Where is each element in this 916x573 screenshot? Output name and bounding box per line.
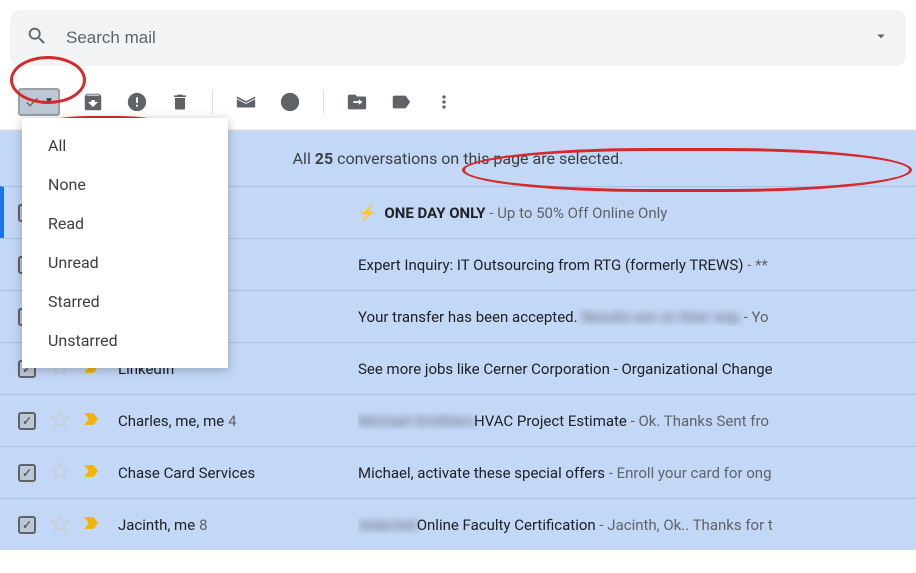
select-option-all[interactable]: All <box>22 126 228 165</box>
search-bar <box>10 10 906 66</box>
importance-icon[interactable] <box>82 409 102 433</box>
star-icon[interactable] <box>50 409 70 433</box>
select-option-unread[interactable]: Unread <box>22 243 228 282</box>
row-subject: Michael, activate these special offers -… <box>358 464 898 482</box>
row-subject: ⚡ ONE DAY ONLY - Up to 50% Off Online On… <box>358 204 898 222</box>
row-subject: Michael Smithers HVAC Project Estimate -… <box>358 412 898 430</box>
toolbar: ▼ All None Read Unread Starred Unstarred <box>0 74 916 130</box>
more-icon[interactable] <box>434 92 454 112</box>
select-option-starred[interactable]: Starred <box>22 282 228 321</box>
archive-icon[interactable] <box>82 91 104 113</box>
row-checkbox[interactable]: ✓ <box>18 412 36 430</box>
snooze-icon[interactable] <box>279 91 301 113</box>
row-checkbox[interactable]: ✓ <box>18 516 36 534</box>
star-icon[interactable] <box>50 461 70 485</box>
labels-icon[interactable] <box>390 91 412 113</box>
banner-text-post: conversations on this page are selected. <box>333 149 623 168</box>
row-subject: redacted Online Faculty Certification - … <box>358 516 898 534</box>
toolbar-separator <box>212 90 213 114</box>
row-subject: See more jobs like Cerner Corporation - … <box>358 360 898 378</box>
report-spam-icon[interactable] <box>126 91 148 113</box>
caret-down-icon: ▼ <box>44 96 54 107</box>
email-row[interactable]: ✓ Chase Card ServicesMichael, activate th… <box>0 446 916 498</box>
row-sender: Charles, me, me4 <box>118 412 358 430</box>
banner-count: 25 <box>315 149 333 168</box>
toolbar-separator <box>323 90 324 114</box>
select-option-none[interactable]: None <box>22 165 228 204</box>
row-sender: Chase Card Services <box>118 464 358 482</box>
search-options-caret[interactable] <box>872 27 890 49</box>
select-dropdown: All None Read Unread Starred Unstarred <box>22 118 228 368</box>
row-sender: Jacinth, me8 <box>118 516 358 534</box>
row-subject: Your transfer has been accepted. Results… <box>358 308 898 326</box>
email-row[interactable]: ✓ Jacinth, me8redacted Online Faculty Cer… <box>0 498 916 550</box>
star-icon[interactable] <box>50 513 70 537</box>
delete-icon[interactable] <box>170 92 190 112</box>
search-icon[interactable] <box>26 25 48 51</box>
email-row[interactable]: ✓ Charles, me, me4Michael Smithers HVAC P… <box>0 394 916 446</box>
move-to-icon[interactable] <box>346 91 368 113</box>
importance-icon[interactable] <box>82 461 102 485</box>
select-option-unstarred[interactable]: Unstarred <box>22 321 228 360</box>
row-checkbox[interactable]: ✓ <box>18 464 36 482</box>
search-input[interactable] <box>66 28 872 48</box>
banner-text-pre: All <box>293 149 315 168</box>
mark-read-icon[interactable] <box>235 91 257 113</box>
row-subject: Expert Inquiry: IT Outsourcing from RTG … <box>358 256 898 274</box>
importance-icon[interactable] <box>82 513 102 537</box>
select-all-checkbox[interactable]: ▼ <box>18 88 60 116</box>
select-option-read[interactable]: Read <box>22 204 228 243</box>
